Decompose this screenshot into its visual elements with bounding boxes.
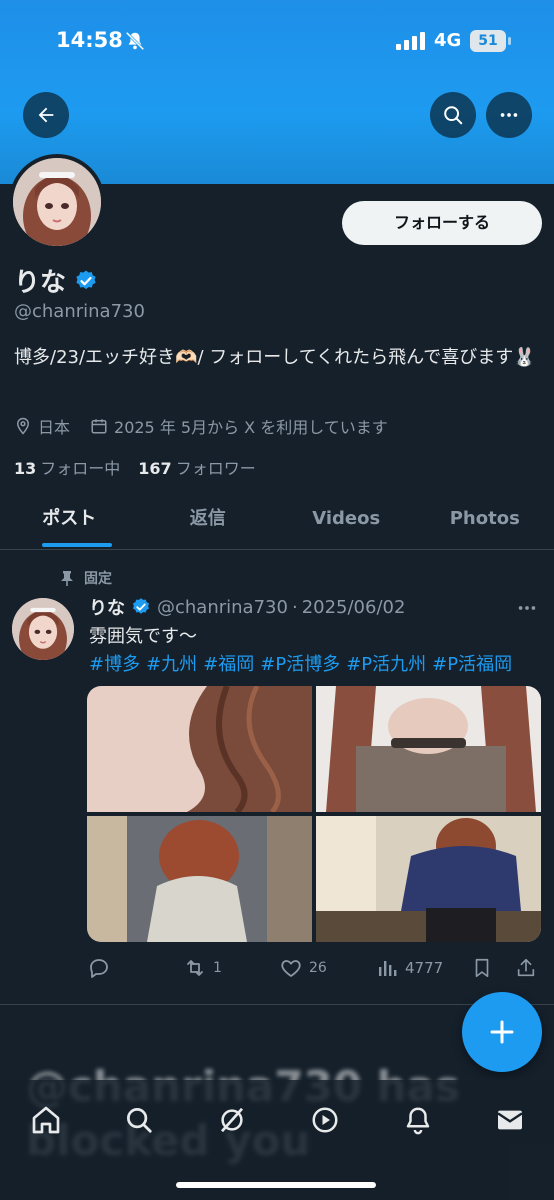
post-actions: 1 26 4777 — [87, 956, 541, 980]
hashtag-link[interactable]: #福岡 — [203, 654, 254, 675]
tab-posts[interactable]: ポスト — [0, 498, 139, 549]
tab-photos[interactable]: Photos — [416, 498, 554, 549]
hashtag-link[interactable]: #博多 — [89, 654, 140, 675]
battery-indicator: 51 — [470, 30, 511, 52]
post-photo[interactable] — [316, 816, 541, 942]
pin-icon — [61, 571, 73, 586]
home-icon — [32, 1106, 60, 1134]
verified-badge-icon — [133, 598, 149, 614]
post-author-handle: @chanrina730 — [157, 596, 288, 618]
profile-tabs: ポスト 返信 Videos Photos — [0, 498, 554, 550]
status-time: 14:58 — [56, 28, 123, 52]
video-icon — [312, 1107, 338, 1133]
reply-button[interactable] — [87, 956, 111, 980]
views-chart-icon — [379, 961, 397, 976]
post-more-button[interactable] — [516, 597, 538, 623]
nav-messages[interactable] — [490, 1100, 530, 1140]
post-hashtags: #博多 #九州 #福岡 #P活博多 #P活九州 #P活福岡 — [89, 650, 518, 676]
hashtag-link[interactable]: #九州 — [146, 654, 197, 675]
post-photo[interactable] — [87, 816, 312, 942]
pinned-label: 固定 — [84, 571, 112, 587]
profile-name: りな — [14, 268, 67, 298]
views-button[interactable]: 4777 — [375, 956, 443, 980]
profile-handle: @chanrina730 — [14, 301, 145, 322]
location-text: 日本 — [38, 418, 71, 437]
status-bar: 14:58 4G 51 — [0, 26, 554, 58]
post-separator: · — [291, 596, 298, 618]
share-button[interactable] — [515, 956, 537, 980]
pinned-indicator: 固定 — [60, 568, 112, 588]
profile-bio: 博多/23/エッチ好き🫶🏻/ フォローしてくれたら飛んで喜びます🐰 — [14, 347, 536, 368]
post-photo[interactable] — [316, 686, 541, 812]
follow-counts: 13 フォロー中 167 フォロワー — [14, 455, 274, 479]
network-label: 4G — [434, 30, 462, 51]
share-icon — [517, 958, 535, 977]
compose-button[interactable] — [462, 992, 542, 1072]
following-label: フォロー中 — [40, 459, 121, 478]
tab-videos[interactable]: Videos — [277, 498, 416, 549]
bookmark-icon — [475, 958, 489, 978]
retweet-button[interactable]: 1 — [183, 956, 222, 980]
more-button[interactable] — [486, 92, 532, 138]
back-button[interactable] — [23, 92, 69, 138]
hashtag-link[interactable]: #P活福岡 — [432, 654, 512, 675]
follow-button[interactable]: フォローする — [342, 201, 542, 245]
hashtag-link[interactable]: #P活九州 — [346, 654, 426, 675]
nav-home[interactable] — [26, 1100, 66, 1140]
search-button[interactable] — [430, 92, 476, 138]
post-header: りな @chanrina730 · 2025/06/02 — [89, 594, 405, 620]
view-count: 4777 — [405, 959, 444, 977]
post-author-avatar[interactable] — [12, 598, 74, 660]
grok-icon — [220, 1107, 244, 1133]
followers-link[interactable]: 167 フォロワー — [138, 455, 255, 479]
more-dots-icon — [518, 606, 536, 610]
post-media-grid — [87, 686, 541, 942]
silent-bell-icon — [124, 30, 146, 56]
calendar-icon — [91, 419, 107, 434]
profile-meta: 日本 2025 年 5月から X を利用しています — [14, 414, 408, 438]
retweet-count: 1 — [213, 960, 222, 976]
search-icon — [444, 106, 463, 125]
following-link[interactable]: 13 フォロー中 — [14, 455, 120, 479]
tab-replies[interactable]: 返信 — [139, 498, 278, 549]
signal-icon — [396, 32, 426, 54]
like-button[interactable]: 26 — [279, 956, 327, 980]
location-pin-icon — [16, 417, 30, 435]
notifications-icon — [406, 1107, 430, 1135]
hashtag-link[interactable]: #P活博多 — [260, 654, 340, 675]
nav-search[interactable] — [119, 1100, 159, 1140]
location-item: 日本 — [14, 414, 70, 438]
like-count: 26 — [309, 960, 327, 976]
home-indicator — [176, 1182, 376, 1188]
post-author-name[interactable]: りな — [89, 594, 125, 620]
search-icon — [127, 1108, 152, 1133]
bookmark-button[interactable] — [471, 956, 493, 980]
joined-text: 2025 年 5月から X を利用しています — [114, 418, 388, 437]
arrow-left-icon — [38, 107, 54, 123]
more-dots-icon — [500, 113, 518, 117]
joined-item: 2025 年 5月から X を利用しています — [90, 414, 388, 438]
verified-badge-icon — [76, 270, 96, 289]
reply-icon — [90, 959, 108, 978]
following-count: 13 — [14, 459, 37, 478]
post-date: 2025/06/02 — [301, 596, 406, 618]
followers-label: フォロワー — [175, 459, 256, 478]
messages-icon — [497, 1110, 523, 1130]
followers-count: 167 — [138, 459, 172, 478]
retweet-icon — [187, 960, 203, 976]
nav-grok[interactable] — [212, 1100, 252, 1140]
post-photo[interactable] — [87, 686, 312, 812]
profile-avatar[interactable] — [9, 154, 105, 250]
plus-icon — [490, 1020, 514, 1044]
heart-icon — [281, 960, 301, 977]
nav-notifications[interactable] — [398, 1100, 438, 1140]
post-text: 雰囲気です〜 — [89, 626, 197, 647]
profile-name-row: りな — [14, 262, 98, 299]
nav-video[interactable] — [305, 1100, 345, 1140]
